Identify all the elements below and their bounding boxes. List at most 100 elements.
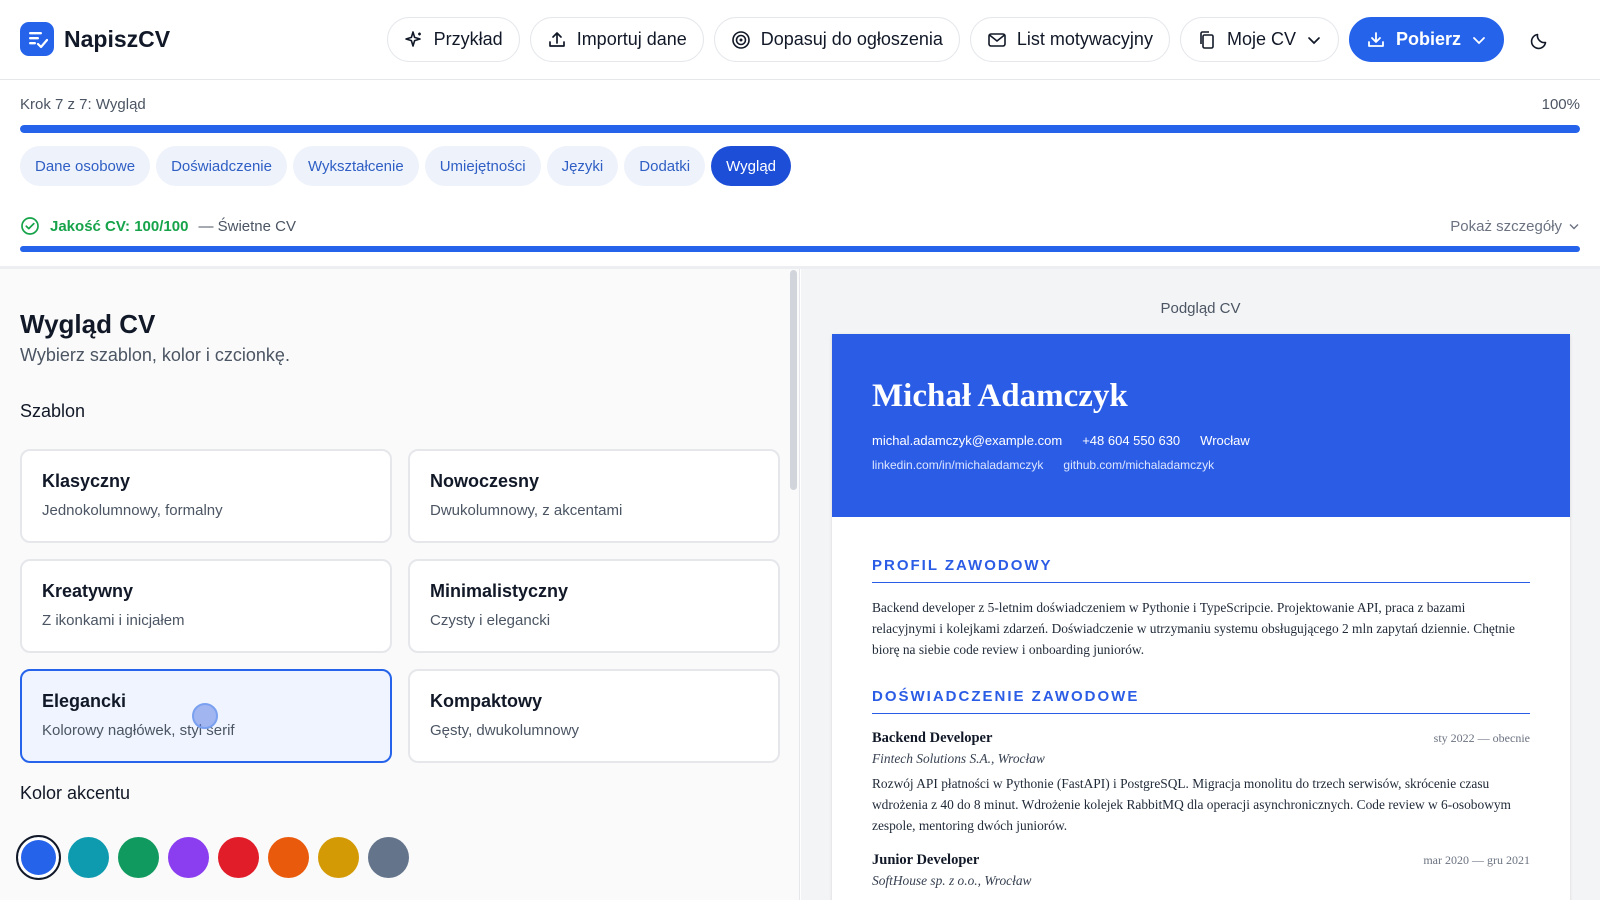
template-name: Kompaktowy	[430, 691, 543, 711]
template-label: Szablon	[20, 401, 86, 421]
check-circle-icon	[20, 216, 40, 236]
import-button[interactable]: Importuj dane	[529, 17, 704, 62]
show-details-button[interactable]: Pokaż szczegóły	[1450, 218, 1580, 235]
tab-step-3[interactable]: Wykształcenie	[292, 146, 419, 186]
tab-step-2[interactable]: Doświadczenie	[156, 146, 287, 186]
job-title: Junior Developer	[872, 852, 980, 868]
match-job-button[interactable]: Dopasuj do ogłoszenia	[713, 17, 960, 62]
color-swatch[interactable]	[368, 837, 409, 878]
experience-heading: DOŚWIADCZENIE ZAWODOWE	[872, 688, 1530, 714]
template-name: Minimalistyczny	[430, 581, 569, 601]
accent-color-label: Kolor akcentu	[20, 783, 131, 803]
app-name: NapiszCV	[64, 25, 171, 52]
template-description: Jednokolumnowy, formalny	[42, 502, 223, 519]
cover-letter-label: List motywacyjny	[1016, 29, 1153, 49]
color-swatch[interactable]	[168, 837, 209, 878]
cv-header: Michał Adamczyk michal.adamczyk@example.…	[832, 334, 1570, 517]
color-swatch[interactable]	[318, 837, 359, 878]
match-label: Dopasuj do ogłoszenia	[760, 29, 943, 49]
top-nav: Przykład Importuj dane Dopasuj do ogłosz…	[386, 17, 1560, 62]
accent-swatches	[16, 835, 409, 880]
section-subtitle: Wybierz szablon, kolor i czcionkę.	[20, 345, 290, 365]
template-card[interactable]: Kompaktowy Gęsty, dwukolumnowy	[408, 669, 780, 763]
step-progress-fill	[20, 125, 1580, 133]
editor-panel: Wygląd CV Wybierz szablon, kolor i czcio…	[0, 269, 800, 900]
my-cv-label: Moje CV	[1226, 29, 1296, 49]
template-card[interactable]: Kreatywny Z ikonkami i inicjałem	[20, 559, 392, 653]
template-grid: Klasyczny Jednokolumnowy, formalny Nowocze…	[20, 449, 780, 763]
color-swatch[interactable]	[68, 837, 109, 878]
preview-panel: Podgląd CV Michał Adamczyk michal.adamcz…	[801, 269, 1600, 900]
cover-letter-button[interactable]: List motywacyjny	[969, 17, 1170, 62]
template-description: Dwukolumnowy, z akcentami	[430, 502, 623, 519]
color-swatch[interactable]	[16, 835, 61, 880]
color-swatch[interactable]	[118, 837, 159, 878]
copy-icon	[1197, 30, 1217, 50]
example-button[interactable]: Przykład	[386, 17, 520, 62]
moon-icon	[1530, 30, 1550, 50]
tab-step-5[interactable]: Języki	[546, 146, 619, 186]
download-button[interactable]: Pobierz	[1348, 17, 1504, 62]
tab-step-7[interactable]: Wygląd	[711, 146, 792, 186]
color-swatch[interactable]	[268, 837, 309, 878]
template-card[interactable]: Nowoczesny Dwukolumnowy, z akcentami	[408, 449, 780, 543]
job-date: sty 2022 — obecnie	[1433, 731, 1530, 745]
document-logo-icon	[20, 22, 54, 56]
cv-name: Michał Adamczyk	[872, 378, 1128, 414]
download-icon	[1366, 30, 1386, 50]
quality-bar	[20, 246, 1580, 252]
job-date: mar 2020 — gru 2021	[1423, 853, 1530, 867]
profile-text: Backend developer z 5-letnim doświadczen…	[872, 600, 1515, 657]
tab-step-6[interactable]: Dodatki	[624, 146, 706, 186]
brand[interactable]: NapiszCV	[20, 22, 170, 56]
job-entry: Backend Developer sty 2022 — obecnie Finte…	[872, 730, 1530, 836]
tab-step-4[interactable]: Umiejętności	[424, 146, 541, 186]
job-description: Rozwój API płatności w Pythonie (FastAPI…	[872, 776, 1511, 833]
chevron-down-icon	[1568, 220, 1580, 232]
cv-linkedin: linkedin.com/in/michaladamczyk	[872, 458, 1044, 472]
step-percent: 100%	[1541, 96, 1580, 113]
cv-quality: Jakość CV: 100/100 — Świetne CV Pokaż sz…	[20, 216, 1580, 252]
sparkle-icon	[404, 30, 424, 50]
cv-page: Michał Adamczyk michal.adamczyk@example.…	[832, 334, 1570, 900]
job-company: SoftHouse sp. z o.o., Wrocław	[872, 873, 1032, 888]
job-company: Fintech Solutions S.A., Wrocław	[872, 751, 1045, 766]
my-cv-dropdown[interactable]: Moje CV	[1179, 17, 1339, 62]
upload-icon	[547, 30, 567, 50]
step-progress: Krok 7 z 7: Wygląd 100%	[20, 96, 1580, 133]
step-progress-bar	[20, 125, 1580, 133]
template-description: Czysty i elegancki	[430, 612, 551, 629]
download-label: Pobierz	[1395, 29, 1461, 49]
chevron-down-icon	[1306, 32, 1322, 48]
step-label: Krok 7 z 7: Wygląd	[20, 96, 146, 113]
quality-score: Jakość CV: 100/100	[50, 217, 189, 235]
target-icon	[731, 30, 751, 50]
template-description: Gęsty, dwukolumnowy	[430, 722, 579, 739]
experience-list: Backend Developer sty 2022 — obecnie Finte…	[872, 730, 1530, 889]
color-swatch[interactable]	[218, 837, 259, 878]
cv-github: github.com/michaladamczyk	[1063, 458, 1215, 472]
template-card[interactable]: Elegancki Kolorowy nagłówek, styl serif	[20, 669, 392, 763]
example-label: Przykład	[433, 29, 503, 49]
top-bar: NapiszCV Przykład Importuj dane Dopasuj …	[0, 0, 1600, 80]
template-name: Kreatywny	[42, 581, 134, 601]
chevron-down-icon	[1471, 32, 1487, 48]
cv-phone: +48 604 550 630	[1082, 433, 1181, 448]
tab-step-1[interactable]: Dane osobowe	[20, 146, 151, 186]
import-label: Importuj dane	[576, 29, 687, 49]
section-title: Wygląd CV	[20, 309, 156, 339]
dark-mode-toggle[interactable]	[1520, 20, 1560, 60]
job-title: Backend Developer	[872, 730, 993, 746]
template-card[interactable]: Klasyczny Jednokolumnowy, formalny	[20, 449, 392, 543]
cv-city: Wrocław	[1200, 433, 1250, 448]
quality-bar-fill	[20, 246, 1580, 252]
template-card[interactable]: Minimalistyczny Czysty i elegancki	[408, 559, 780, 653]
template-name: Klasyczny	[42, 471, 131, 491]
step-tabs: Dane osobowe Doświadczenie Wykształcenie Um…	[20, 146, 792, 186]
cv-email: michal.adamczyk@example.com	[872, 433, 1063, 448]
mouse-cursor	[192, 703, 218, 729]
editor-scrollbar[interactable]	[790, 270, 797, 490]
preview-label: Podgląd CV	[1160, 300, 1241, 317]
profile-heading: PROFIL ZAWODOWY	[872, 557, 1530, 583]
template-description: Z ikonkami i inicjałem	[42, 612, 185, 629]
